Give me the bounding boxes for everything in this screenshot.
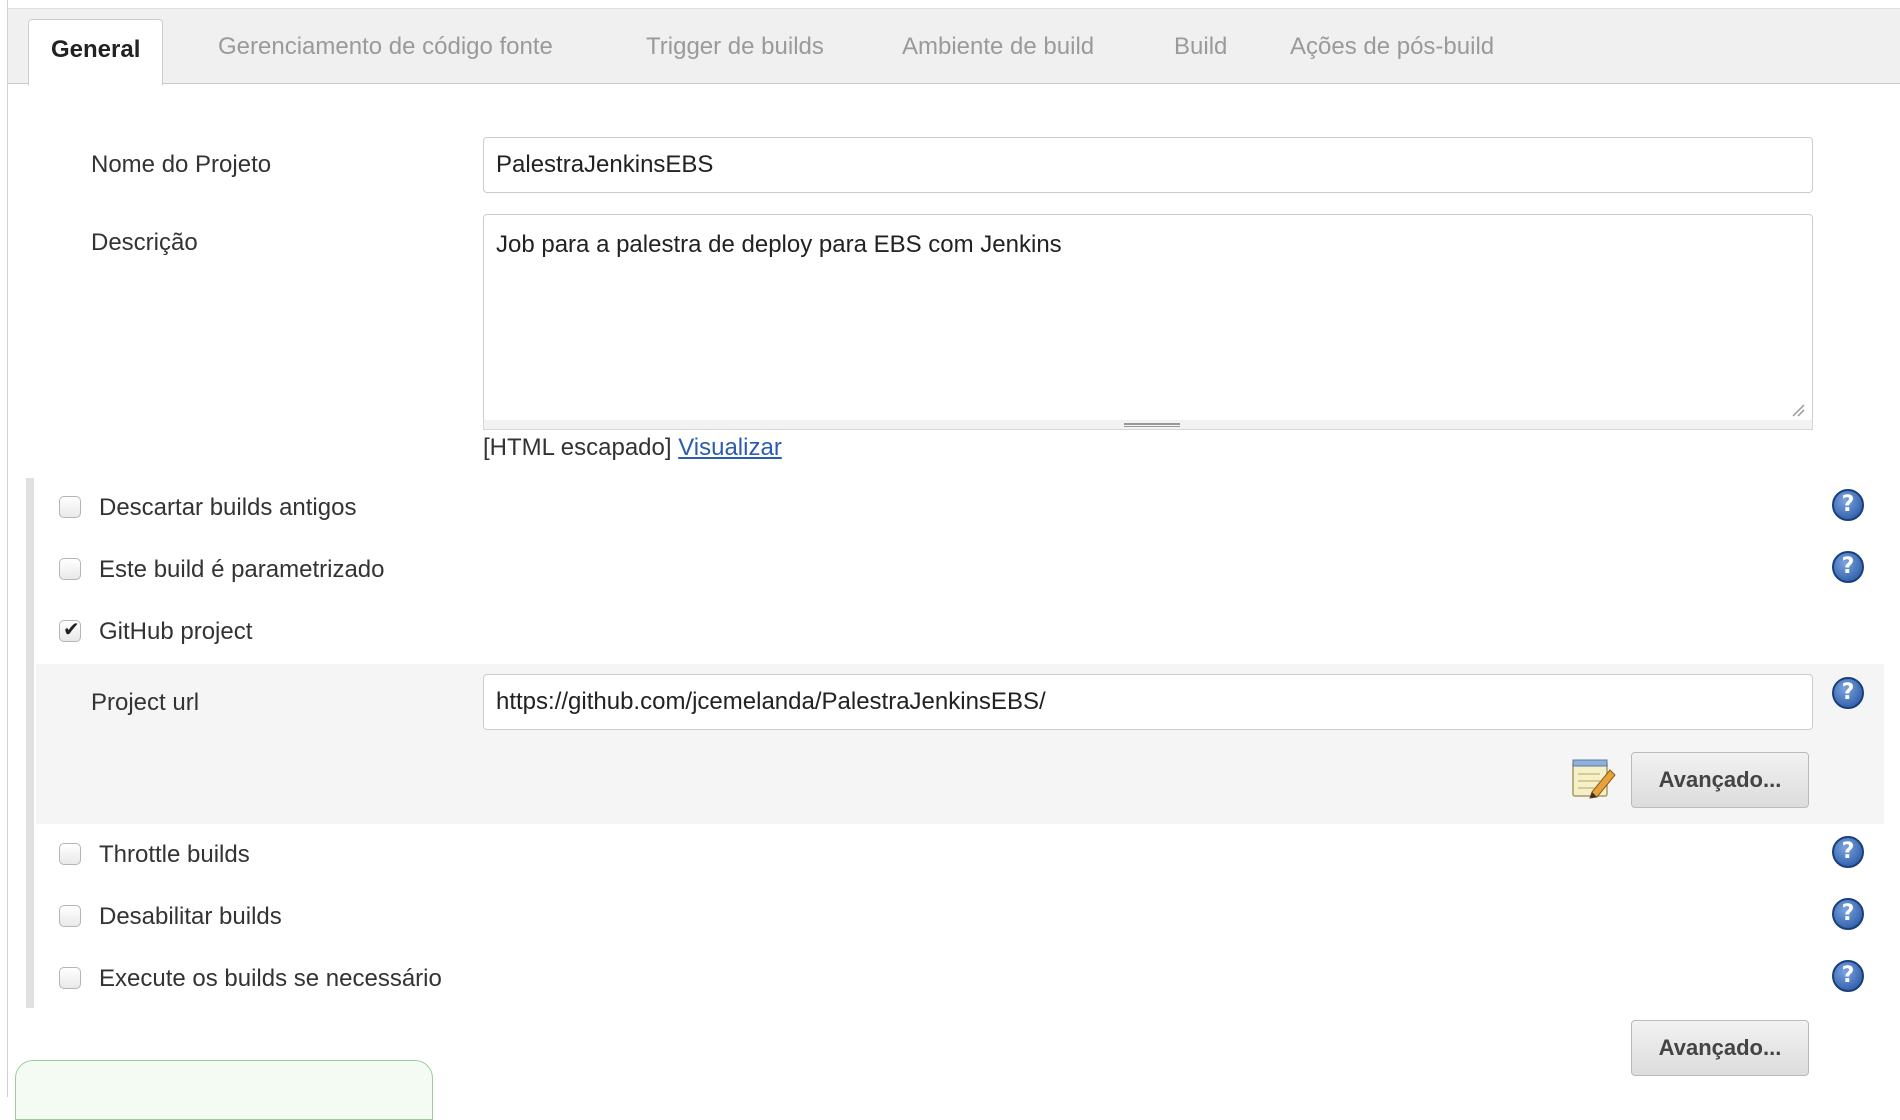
throttle-builds-label: Throttle builds [99, 841, 250, 868]
config-tab-bar: General Gerenciamento de código fonte Tr… [8, 8, 1900, 86]
throttle-builds-checkbox[interactable] [59, 843, 81, 865]
notepad-icon[interactable] [1570, 756, 1616, 800]
project-url-label: Project url [91, 689, 200, 716]
help-icon[interactable]: ? [1832, 836, 1864, 868]
project-url-input[interactable] [483, 674, 1813, 730]
discard-old-builds-label: Descartar builds antigos [99, 494, 357, 521]
resize-grip-icon[interactable] [1791, 403, 1805, 417]
tab-post-build-actions[interactable]: Ações de pós-build [1290, 9, 1494, 85]
help-icon[interactable]: ? [1832, 898, 1864, 930]
execute-concurrent-builds-checkbox[interactable] [59, 967, 81, 989]
help-icon[interactable]: ? [1832, 677, 1864, 709]
parameterized-build-label: Este build é parametrizado [99, 556, 385, 583]
description-textarea[interactable]: Job para a palestra de deploy para EBS c… [483, 214, 1813, 422]
disable-builds-checkbox[interactable] [59, 905, 81, 927]
advanced-general-button[interactable]: Avançado... [1631, 1020, 1809, 1076]
disable-builds-label: Desabilitar builds [99, 903, 282, 930]
help-icon[interactable]: ? [1832, 960, 1864, 992]
execute-concurrent-builds-label: Execute os builds se necessário [99, 965, 442, 992]
textarea-resize-bar[interactable] [483, 420, 1813, 430]
help-icon[interactable]: ? [1832, 551, 1864, 583]
tab-build-environment[interactable]: Ambiente de build [902, 9, 1094, 85]
checkmark-icon: ✔ [63, 617, 80, 641]
description-label: Descrição [91, 229, 198, 256]
tab-build[interactable]: Build [1174, 9, 1227, 85]
discard-old-builds-checkbox[interactable] [59, 496, 81, 518]
next-section-panel [15, 1060, 433, 1120]
parameterized-build-checkbox[interactable] [59, 558, 81, 580]
job-config-panel: General Gerenciamento de código fonte Tr… [7, 0, 1900, 1120]
advanced-github-button[interactable]: Avançado... [1631, 752, 1809, 808]
tab-build-triggers[interactable]: Trigger de builds [646, 9, 824, 85]
html-escaped-label: [HTML escapado] [483, 434, 672, 461]
project-name-input[interactable] [483, 137, 1813, 193]
html-escaped-note: [HTML escapado] Visualizar [483, 434, 782, 462]
tab-source-code-management[interactable]: Gerenciamento de código fonte [218, 9, 553, 85]
project-name-label: Nome do Projeto [91, 151, 272, 178]
github-project-checkbox[interactable]: ✔ [59, 617, 81, 642]
drag-handle-icon [1124, 423, 1180, 427]
github-project-label: GitHub project [99, 618, 253, 645]
tab-general[interactable]: General [28, 19, 164, 86]
help-icon[interactable]: ? [1832, 489, 1864, 521]
options-section-bar [26, 478, 34, 1008]
preview-link[interactable]: Visualizar [678, 434, 782, 461]
page-header-fragment [708, 0, 968, 6]
